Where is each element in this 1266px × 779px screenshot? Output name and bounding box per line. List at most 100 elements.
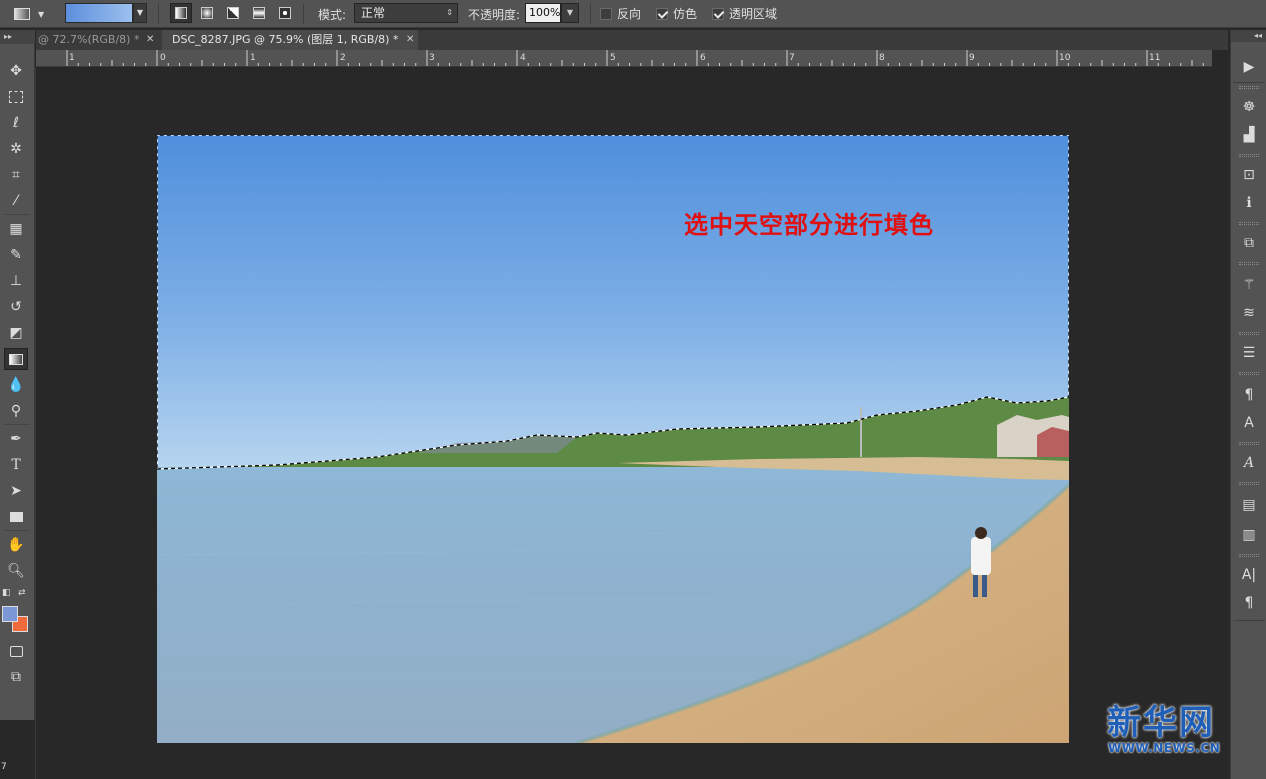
reflected-gradient-button[interactable] [248,3,270,23]
dither-checkbox[interactable]: 仿色 [656,5,697,22]
brush-tool[interactable]: ✎ [4,244,28,266]
swap-colors-icon[interactable]: ⇄ [18,588,26,598]
glyphs-icon[interactable]: A [1238,452,1260,474]
panel-grip[interactable] [1239,86,1259,89]
comments-icon[interactable]: ▥ [1238,524,1260,546]
screen-mode-button[interactable]: ⧉ [4,666,28,688]
eyedropper-tool[interactable]: ⁄ [4,190,28,212]
ruler-label: 4 [520,53,526,63]
radial-gradient-icon [201,7,213,19]
gradient-dropdown-button[interactable]: ▼ [133,3,147,23]
path-selection-tool[interactable]: ➤ [4,480,28,502]
ruler-ticks [66,50,1204,66]
move-tool[interactable]: ✥ [4,60,28,82]
crop-tool[interactable]: ⌗ [4,164,28,186]
dodge-icon: ⚲ [10,403,22,419]
character-styles-icon[interactable]: A [1238,412,1260,434]
paragraph-icon[interactable]: ¶ [1238,592,1260,614]
transparency-checkbox[interactable]: 透明区域 [712,5,777,22]
angle-gradient-icon [227,7,239,19]
dodge-tool[interactable]: ⚲ [4,400,28,422]
close-icon[interactable]: ✕ [406,30,414,50]
gradient-preview[interactable] [65,3,133,23]
brush-icon: ✎ [10,247,22,263]
diamond-gradient-button[interactable] [274,3,296,23]
rectangle-icon [9,512,23,522]
divider [590,4,591,24]
arrow-icon: ➤ [10,483,22,499]
stamp-icon: ⊥ [9,273,23,289]
tab-document-1[interactable]: @ 72.7%(RGB/8) * ✕ [36,30,160,50]
panel-grip[interactable] [1239,554,1259,557]
pen-tool[interactable]: ✒ [4,428,28,450]
history-brush-tool[interactable]: ↺ [4,296,28,318]
panel-grip[interactable] [1239,442,1259,445]
transparency-label: 透明区域 [729,7,778,21]
linear-gradient-button[interactable] [170,3,192,23]
default-colors-icon[interactable]: ◧ [2,588,11,598]
panel-grip[interactable] [1239,262,1259,265]
histogram-icon[interactable]: ▟ [1238,124,1260,146]
tool-preset-picker[interactable]: ▼ [14,4,54,24]
tool-presets-icon[interactable]: ☰ [1238,342,1260,364]
reverse-checkbox[interactable]: 反向 [600,5,641,22]
divider [1233,620,1265,621]
panel-grip[interactable]: ▸▸ [0,30,35,44]
panel-grip[interactable] [1239,332,1259,335]
marquee-tool[interactable] [4,86,28,108]
magic-wand-icon: ✲ [10,141,22,157]
mode-value: 正常 [361,6,386,20]
lasso-tool[interactable]: ℓ [4,112,28,134]
foreground-color-swatch[interactable] [2,606,18,622]
navigator-icon[interactable]: ☸ [1238,96,1260,118]
opacity-input[interactable]: 100% [525,3,561,23]
panel-grip[interactable] [1239,482,1259,485]
horizontal-ruler: 1 0 1 2 3 4 5 6 7 8 9 10 11 [36,50,1212,67]
rectangle-tool[interactable] [4,506,28,528]
type-tool[interactable]: T [4,454,28,476]
diamond-gradient-icon [279,7,291,19]
opacity-dropdown-button[interactable]: ▼ [561,3,579,23]
eraser-tool[interactable]: ◩ [4,322,28,344]
panel-grip[interactable] [1239,154,1259,157]
quick-mask-button[interactable] [4,640,28,662]
angle-gradient-button[interactable] [222,3,244,23]
ruler-label: 9 [969,53,975,63]
magic-wand-tool[interactable]: ✲ [4,138,28,160]
info-icon[interactable]: ℹ [1238,192,1260,214]
blur-tool[interactable]: 💧 [4,374,28,396]
mode-select[interactable]: 正常 ⇕ [354,3,458,23]
zoom-tool[interactable]: 🔍︎ [4,560,28,582]
brush-settings-icon[interactable]: ≋ [1238,302,1260,324]
gradient-tool[interactable] [4,348,28,370]
hand-icon: ✋ [7,537,25,553]
notes-icon[interactable]: ▤ [1238,494,1260,516]
history-brush-icon: ↺ [10,299,22,315]
clone-source-icon[interactable]: ⧉ [1238,232,1260,254]
tab-document-2[interactable]: DSC_8287.JPG @ 75.9% (图层 1, RGB/8) * ✕ [162,30,418,50]
dock-grip[interactable]: ◂◂ [1231,30,1266,42]
paragraph-styles-icon[interactable]: ¶ [1238,384,1260,406]
checkbox-box[interactable] [712,7,724,20]
ruler-label: 11 [1149,53,1161,63]
bandage-icon: ▦ [9,221,23,237]
ruler-label: 7 [789,53,795,63]
panel-grip[interactable] [1239,372,1259,375]
type-icon: T [11,457,21,473]
play-icon[interactable]: ▶ [1238,56,1260,78]
healing-brush-tool[interactable]: ▦ [4,218,28,240]
brush-presets-icon[interactable]: ⚚ [1238,274,1260,296]
checkbox-box[interactable] [656,7,668,20]
close-icon[interactable]: ✕ [146,30,154,50]
radial-gradient-button[interactable] [196,3,218,23]
checkbox-box[interactable] [600,7,612,20]
watermark-url: WWW.NEWS.CN [1108,741,1221,755]
character-icon[interactable]: A| [1238,564,1260,586]
panel-grip[interactable] [1239,222,1259,225]
device-preview-icon[interactable]: ⊡ [1238,164,1260,186]
hand-tool[interactable]: ✋ [4,534,28,556]
gradient-tool-icon [14,8,30,20]
clone-stamp-tool[interactable]: ⊥ [4,270,28,292]
reflected-gradient-icon [253,7,265,19]
move-icon: ✥ [10,63,22,79]
